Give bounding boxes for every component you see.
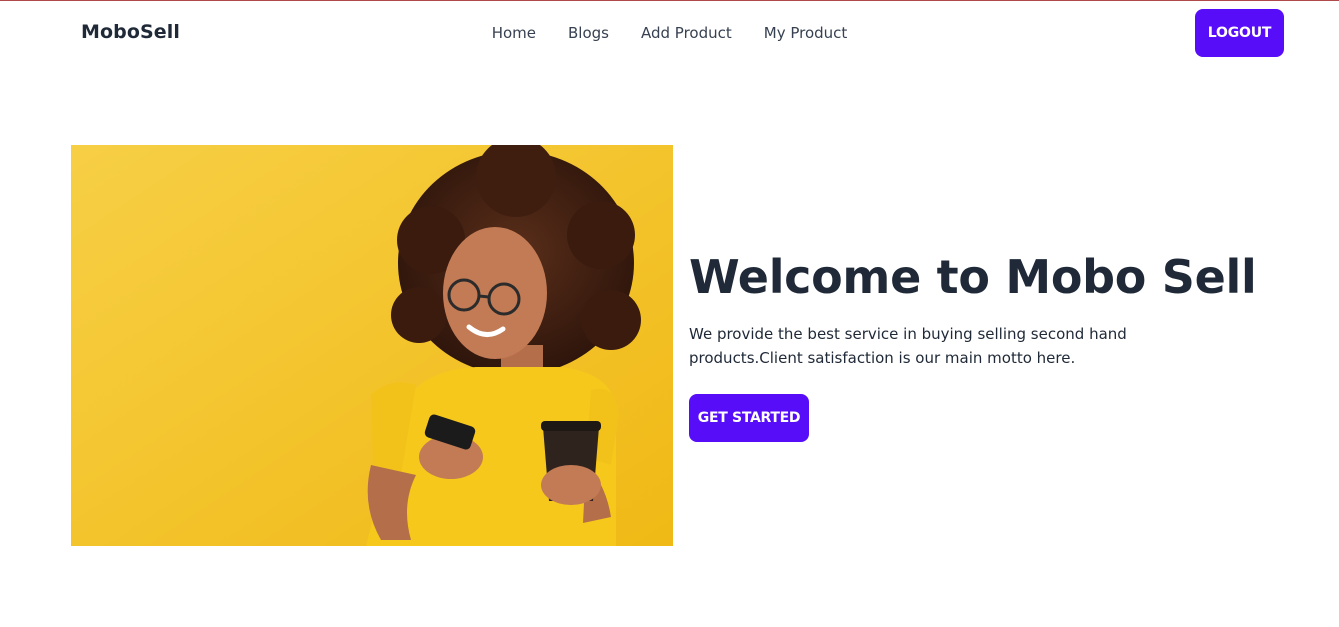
- nav-link-blogs[interactable]: Blogs: [552, 24, 625, 42]
- navbar: MoboSell Home Blogs Add Product My Produ…: [0, 1, 1339, 67]
- get-started-button[interactable]: GET STARTED: [689, 394, 809, 442]
- hero-section: Welcome to Mobo Sell We provide the best…: [689, 246, 1257, 442]
- hero-image: [71, 145, 673, 546]
- logout-button[interactable]: LOGOUT: [1195, 9, 1284, 57]
- nav-link-add-product[interactable]: Add Product: [625, 24, 748, 42]
- hero-description: We provide the best service in buying se…: [689, 325, 1127, 367]
- nav-link-home[interactable]: Home: [476, 24, 552, 42]
- nav-links: Home Blogs Add Product My Product: [0, 24, 1339, 42]
- nav-link-my-product[interactable]: My Product: [748, 24, 864, 42]
- hero-title: Welcome to Mobo Sell: [689, 250, 1257, 304]
